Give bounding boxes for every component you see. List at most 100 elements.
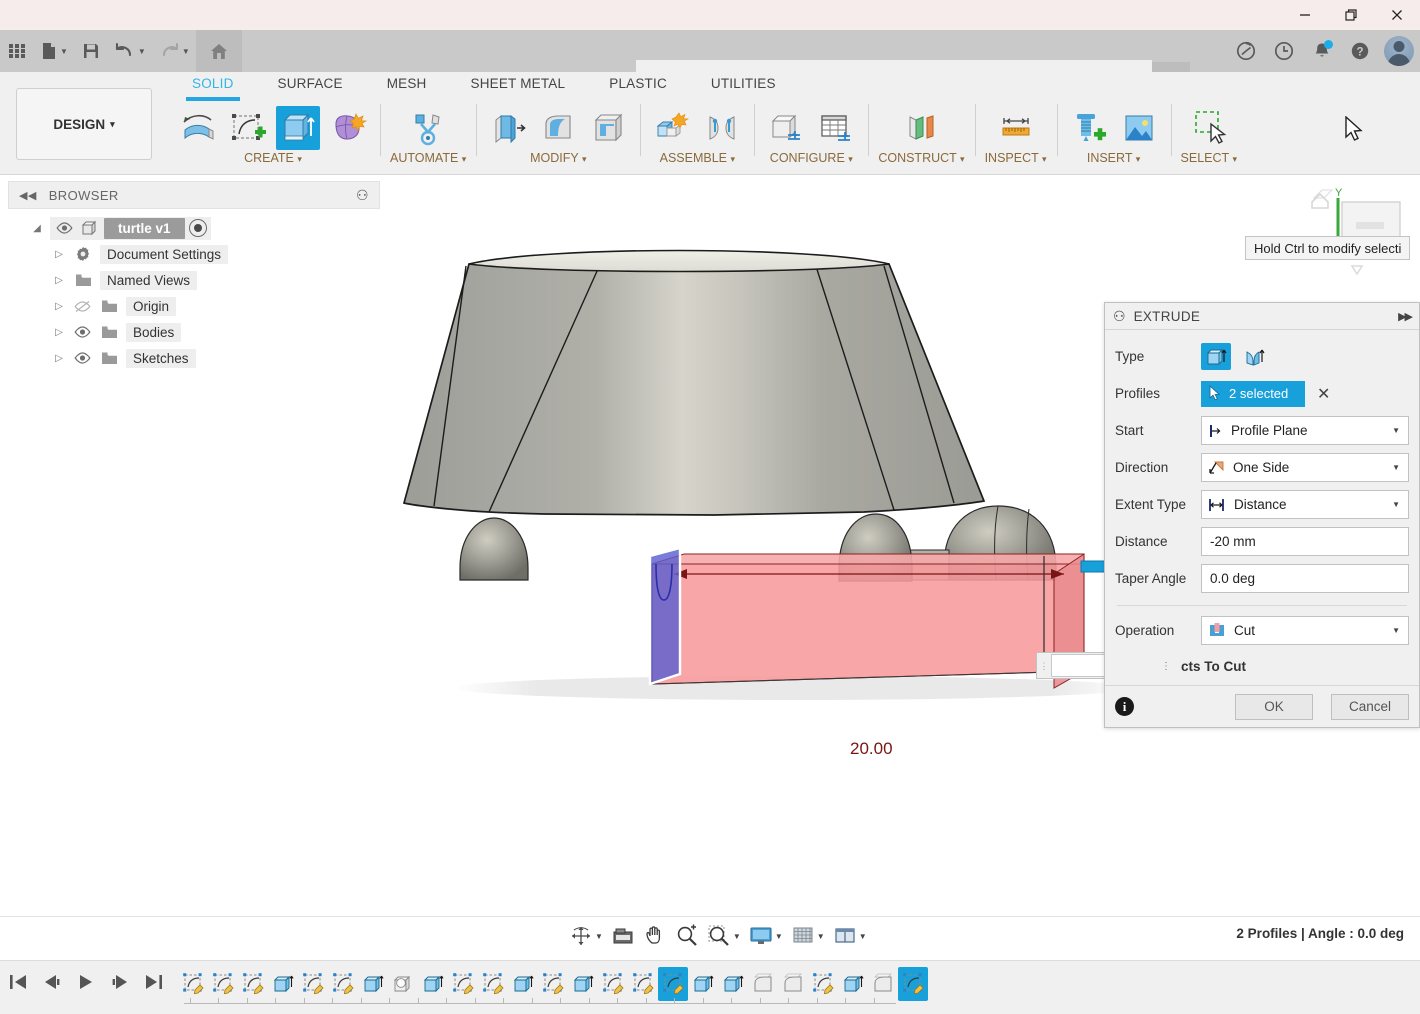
expand-arrow-icon[interactable]: ▷ [52,301,66,312]
timeline-item-fillet[interactable] [748,967,778,1001]
maximize-button[interactable] [1328,0,1374,30]
timeline-item-sketch[interactable] [538,967,568,1001]
chevron-down-icon[interactable]: ▼ [817,932,825,941]
tab-utilities[interactable]: UTILITIES [689,72,798,98]
timeline-item-extrude[interactable] [718,967,748,1001]
operation-select[interactable]: Cut ▼ [1201,616,1409,645]
timeline-item-revolve[interactable] [388,967,418,1001]
timeline-item-sketch[interactable] [208,967,238,1001]
info-icon[interactable]: i [1115,697,1134,716]
zoom-window-icon[interactable]: ▼ [704,924,744,948]
viewports-icon[interactable]: ▼ [830,924,870,948]
timeline-item-sketch[interactable] [238,967,268,1001]
app-grid-icon[interactable] [0,30,34,72]
timeline-item-extrude[interactable] [418,967,448,1001]
panel-configure-label[interactable]: CONFIGURE ▾ [770,151,853,165]
profile-extrude-icon[interactable] [1201,343,1231,370]
extrude-dialog[interactable]: ⚇ EXTRUDE ▶▶ Type Profiles 2 selected ✕ … [1104,302,1420,728]
close-button[interactable] [1374,0,1420,30]
minimize-button[interactable] [1282,0,1328,30]
chevron-down-icon[interactable]: ▼ [595,932,603,941]
select-window-icon[interactable] [1187,106,1231,150]
timeline-item-extrude[interactable] [568,967,598,1001]
timeline-item-extrude[interactable] [838,967,868,1001]
chevron-down-icon[interactable]: ▼ [1392,626,1400,635]
cancel-button[interactable]: Cancel [1331,693,1409,720]
go-to-beginning-icon[interactable] [8,973,28,991]
joint-icon[interactable] [700,106,744,150]
timeline-item-sketch[interactable] [298,967,328,1001]
automate-icon[interactable] [406,106,450,150]
shell-icon[interactable] [586,106,630,150]
timeline-item-sketch[interactable] [448,967,478,1001]
chevron-down-icon[interactable]: ▼ [138,47,146,56]
view-cube[interactable]: Y Z [1296,180,1412,288]
surface-extrude-icon[interactable] [1239,343,1269,370]
expand-arrow-icon[interactable]: ▷ [52,353,66,364]
account-avatar[interactable] [1384,36,1414,66]
expand-arrow-icon[interactable]: ▷ [52,327,66,338]
timeline-item-sketch[interactable] [628,967,658,1001]
notifications-icon[interactable] [1308,37,1336,65]
panel-insert-label[interactable]: INSERT ▾ [1087,151,1140,165]
dimension-label[interactable]: 20.00 [850,739,893,759]
eye-hidden-icon[interactable] [72,300,92,313]
create-sketch-icon[interactable] [226,106,270,150]
tab-mesh[interactable]: MESH [365,72,449,98]
timeline-item-fillet[interactable] [868,967,898,1001]
drag-grip-icon[interactable]: ⋮ [1161,661,1171,671]
workspace-switcher-button[interactable]: DESIGN ▾ [16,88,152,160]
tree-node-origin[interactable]: ▷ Origin [8,293,380,319]
undo-icon[interactable]: ▼ [108,30,152,72]
construct-plane-icon[interactable] [899,106,943,150]
new-component-icon[interactable] [650,106,694,150]
taper-angle-input[interactable]: 0.0 deg [1201,564,1409,593]
minus-circle-icon[interactable]: ⚇ [356,187,369,204]
expand-arrow-icon[interactable]: ▷ [52,275,66,286]
timeline-item-sketch[interactable] [478,967,508,1001]
tree-node-sketches[interactable]: ▷ Sketches [8,345,380,371]
expand-arrow-icon[interactable]: ▷ [52,249,66,260]
go-to-end-icon[interactable] [144,973,164,991]
chevron-down-icon[interactable]: ▼ [733,932,741,941]
pan-icon[interactable] [640,924,670,948]
panel-select-label[interactable]: SELECT ▾ [1181,151,1237,165]
profiles-select-button[interactable]: 2 selected [1201,380,1305,407]
tab-sheet-metal[interactable]: SHEET METAL [449,72,588,98]
chevron-down-icon[interactable]: ▼ [182,47,190,56]
new-file-icon[interactable]: ▼ [34,30,74,72]
timeline-item-sketch[interactable] [328,967,358,1001]
orbit-icon[interactable]: ▼ [566,924,606,948]
measure-icon[interactable] [994,106,1038,150]
clear-profiles-button[interactable]: ✕ [1313,384,1334,404]
panel-automate-label[interactable]: AUTOMATE ▾ [390,151,466,165]
step-back-icon[interactable] [42,973,62,991]
revolve-icon[interactable] [176,106,220,150]
chevron-down-icon[interactable]: ▼ [859,932,867,941]
expand-arrow-icon[interactable]: ◢ [30,223,44,234]
timeline-item-sketch[interactable] [598,967,628,1001]
panel-construct-label[interactable]: CONSTRUCT ▾ [878,151,964,165]
timeline-item-extrude[interactable] [688,967,718,1001]
drag-grip-icon[interactable]: ⋮ [1037,661,1051,670]
tree-node-document-settings[interactable]: ▷ Document Settings [8,241,380,267]
help-icon[interactable]: ? [1346,37,1374,65]
grid-snaps-icon[interactable]: ▼ [788,924,828,948]
insert-image-icon[interactable] [1117,106,1161,150]
panel-create-label[interactable]: CREATE ▾ [244,151,302,165]
distance-input[interactable]: -20 mm [1201,527,1409,556]
play-icon[interactable] [76,973,96,991]
radio-active-icon[interactable] [188,219,207,237]
display-settings-icon[interactable]: ▼ [746,924,786,948]
panel-inspect-label[interactable]: INSPECT ▾ [985,151,1047,165]
tab-surface[interactable]: SURFACE [256,72,365,98]
panel-assemble-label[interactable]: ASSEMBLE ▾ [660,151,735,165]
job-status-icon[interactable] [1270,37,1298,65]
tab-plastic[interactable]: PLASTIC [587,72,689,98]
extensions-icon[interactable] [1232,37,1260,65]
direction-select[interactable]: One Side ▼ [1201,453,1409,482]
extrude-icon[interactable] [276,106,320,150]
configure-table-icon[interactable] [814,106,858,150]
timeline-item-sketch[interactable] [898,967,928,1001]
tree-node-root[interactable]: ◢ turtle v1 [8,215,380,241]
